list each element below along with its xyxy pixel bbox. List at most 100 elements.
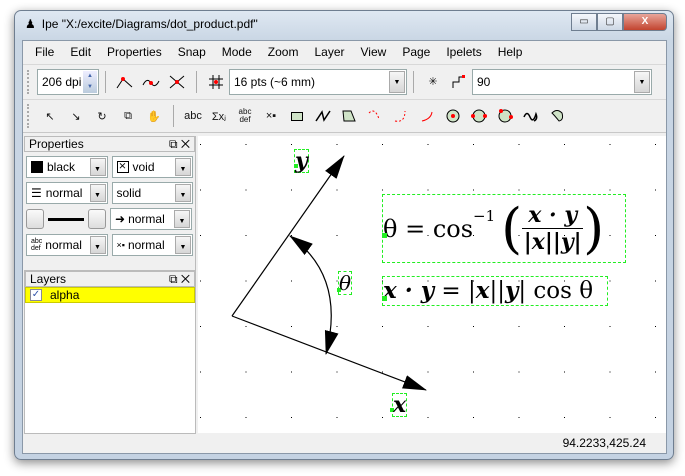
arrow-size-select[interactable]: ➜normal▼ <box>110 208 192 230</box>
snap-vertex-icon[interactable] <box>112 71 138 93</box>
grid-dot <box>337 372 338 373</box>
properties-title: Properties <box>29 137 84 151</box>
menu-snap[interactable]: Snap <box>170 45 214 59</box>
eq1-numerator: x · y <box>522 202 583 229</box>
eq2-part: = | <box>434 278 476 304</box>
arc1-mode-icon[interactable] <box>362 105 388 127</box>
menu-zoom[interactable]: Zoom <box>260 45 307 59</box>
resolution-value: 206 dpi <box>42 75 81 89</box>
paragraph-mode-icon[interactable]: abc def <box>232 105 258 127</box>
text-mode-icon[interactable]: abc <box>180 105 206 127</box>
menu-view[interactable]: View <box>353 45 395 59</box>
menu-help[interactable]: Help <box>490 45 531 59</box>
panel-controls[interactable]: ⧉ ✕ <box>169 137 190 152</box>
chevron-down-icon: ▼ <box>90 236 106 254</box>
chevron-down-icon: ▼ <box>174 210 190 228</box>
mark-icon: ×▪ <box>117 240 125 250</box>
menu-page[interactable]: Page <box>394 45 438 59</box>
spline-mode-icon[interactable] <box>518 105 544 127</box>
mark-size-select[interactable]: ×▪normal▼ <box>112 234 194 256</box>
translate-mode-icon[interactable]: ↘ <box>63 105 89 127</box>
panel-controls[interactable]: ⧉ ✕ <box>169 272 190 287</box>
splinegon-mode-icon[interactable] <box>544 105 570 127</box>
y-vector <box>232 156 344 316</box>
select-mode-icon[interactable]: ↖ <box>37 105 63 127</box>
eq2-part: | cos θ <box>518 278 593 304</box>
menu-edit[interactable]: Edit <box>62 45 99 59</box>
equation-dot-product[interactable]: x · y = |x||y| cos θ <box>382 276 608 306</box>
arc2-mode-icon[interactable] <box>388 105 414 127</box>
snap-boundary-icon[interactable] <box>138 71 164 93</box>
polygon-mode-icon[interactable] <box>336 105 362 127</box>
math-mode-icon[interactable]: Σxⱼ <box>206 105 232 127</box>
grid-dot <box>200 417 201 418</box>
spin-arrows-icon[interactable]: ▲▼ <box>83 71 97 93</box>
grid-dot <box>382 372 383 373</box>
rotate-mode-icon[interactable]: ↻ <box>89 105 115 127</box>
label-theta[interactable]: θ <box>338 271 352 295</box>
text-size-value: normal <box>45 238 82 252</box>
label-x[interactable]: x <box>392 393 407 417</box>
snap-intersection-icon[interactable] <box>164 71 190 93</box>
minimize-button[interactable]: ▭ <box>571 13 597 31</box>
layer-checkbox[interactable]: ✓ <box>30 289 42 301</box>
grid-dot <box>655 190 656 191</box>
circle-mode-icon[interactable] <box>440 105 466 127</box>
menu-properties[interactable]: Properties <box>99 45 170 59</box>
dash-style-select[interactable]: solid▼ <box>112 182 194 204</box>
chevron-down-icon: ▼ <box>175 158 191 176</box>
menu-file[interactable]: File <box>27 45 62 59</box>
menu-ipelets[interactable]: Ipelets <box>438 45 489 59</box>
resolution-spinbox[interactable]: 206 dpi▲▼ <box>37 69 99 95</box>
line-mode-icon[interactable] <box>310 105 336 127</box>
grid-dot <box>655 326 656 327</box>
arrow-icon: ➜ <box>115 212 125 226</box>
maximize-button[interactable]: ▢ <box>597 13 623 31</box>
angle-select[interactable]: 90▼ <box>472 69 652 95</box>
grid-dot <box>382 190 383 191</box>
text-size-select[interactable]: abcdefnormal▼ <box>26 234 108 256</box>
color-swatch-icon <box>31 161 43 173</box>
grid-dot <box>655 372 656 373</box>
grid-dot <box>200 235 201 236</box>
grid-dot <box>246 190 247 191</box>
selection-handle <box>382 233 387 238</box>
grid-dot <box>246 281 247 282</box>
grid-dot <box>291 235 292 236</box>
snap-angular-icon[interactable]: ✳ <box>420 71 446 93</box>
fill-color-select[interactable]: ⨯void▼ <box>112 156 194 178</box>
stroke-color-select[interactable]: black▼ <box>26 156 108 178</box>
grid-dot <box>519 417 520 418</box>
backward-arrow-toggle[interactable] <box>26 209 44 229</box>
close-button[interactable]: X <box>623 13 667 31</box>
grid-dot <box>473 190 474 191</box>
eq2-part: x <box>476 277 490 304</box>
circle-diameter-icon[interactable] <box>466 105 492 127</box>
eq1-exponent: −1 <box>473 207 495 225</box>
stretch-mode-icon[interactable]: ⧉ <box>115 105 141 127</box>
arc3-mode-icon[interactable] <box>414 105 440 127</box>
menu-mode[interactable]: Mode <box>214 45 260 59</box>
label-y[interactable]: y <box>294 149 309 173</box>
grid-size-value: 16 pts (~6 mm) <box>234 75 315 89</box>
layer-item[interactable]: ✓alpha <box>25 287 195 303</box>
mark-mode-icon[interactable]: ×▪ <box>258 105 284 127</box>
snap-automatic-icon[interactable] <box>446 71 472 93</box>
rectangle-mode-icon[interactable] <box>284 105 310 127</box>
drawing-canvas[interactable]: y x θ θ = cos−1 ( x · y |x||y| ) x · y =… <box>198 136 666 433</box>
grid-dot <box>291 372 292 373</box>
snap-grid-icon[interactable] <box>203 71 229 93</box>
title-bar: ♟ Ipe "X:/excite/Diagrams/dot_product.pd… <box>25 17 258 31</box>
grid-size-select[interactable]: 16 pts (~6 mm)▼ <box>229 69 407 95</box>
grid-dot <box>337 417 338 418</box>
circle-three-points-icon[interactable] <box>492 105 518 127</box>
menu-layer[interactable]: Layer <box>306 45 352 59</box>
forward-arrow-toggle[interactable] <box>88 209 106 229</box>
grid-dot <box>473 417 474 418</box>
fill-value: void <box>133 160 155 174</box>
pan-mode-icon[interactable]: ✋ <box>141 105 167 127</box>
ipe-logo-icon: ♟ <box>25 17 36 31</box>
pen-width-select[interactable]: ☰normal▼ <box>26 182 108 204</box>
grid-dot <box>473 144 474 145</box>
equation-angle[interactable]: θ = cos−1 ( x · y |x||y| ) <box>382 194 626 263</box>
